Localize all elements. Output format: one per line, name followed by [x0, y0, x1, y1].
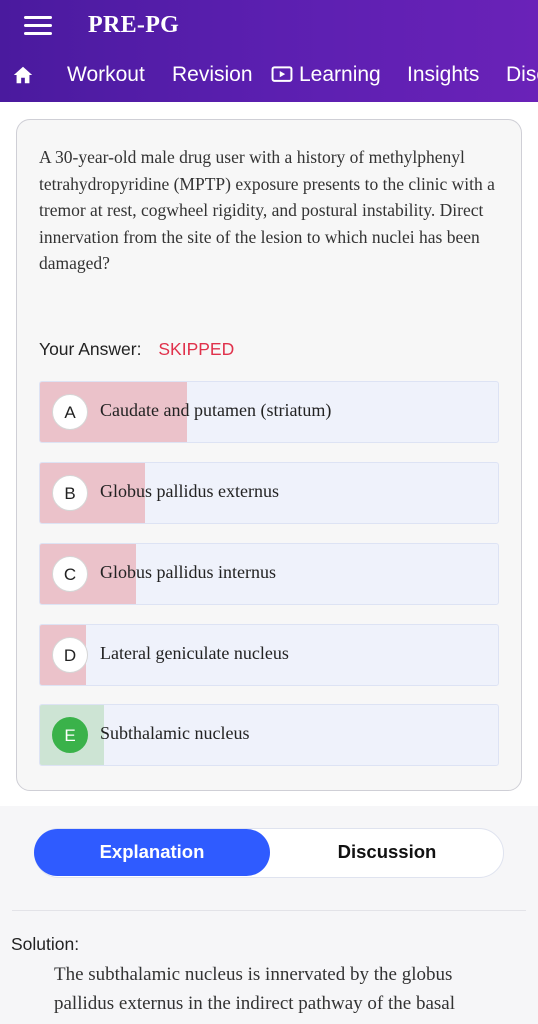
option-letter: B: [52, 475, 88, 511]
nav-item-learning[interactable]: Learning: [271, 62, 381, 88]
app-title: PRE-PG: [88, 12, 180, 38]
divider: [12, 910, 526, 911]
option-d[interactable]: D Lateral geniculate nucleus: [39, 624, 499, 686]
menu-icon[interactable]: [24, 16, 52, 38]
nav-item-revision[interactable]: Revision: [172, 62, 253, 88]
solution-text: The subthalamic nucleus is innervated by…: [54, 964, 455, 1014]
explanation-section: Explanation Discussion Solution: The sub…: [0, 806, 538, 1024]
nav-item-insights[interactable]: Insights: [407, 62, 479, 88]
option-letter: D: [52, 637, 88, 673]
nav-item-learning-label: Learning: [299, 63, 381, 86]
app-header: PRE-PG Workout Revision Learning Insight…: [0, 0, 538, 102]
option-text: Lateral geniculate nucleus: [100, 643, 289, 663]
option-e[interactable]: E Subthalamic nucleus: [39, 704, 499, 766]
question-text: A 30-year-old male drug user with a hist…: [39, 147, 495, 274]
option-c[interactable]: C Globus pallidus internus: [39, 543, 499, 605]
option-text: Globus pallidus externus: [100, 481, 279, 501]
option-a[interactable]: A Caudate and putamen (striatum): [39, 381, 499, 443]
your-answer-row: Your Answer: SKIPPED: [39, 339, 234, 360]
option-text: Caudate and putamen (striatum): [100, 400, 332, 420]
question-card: A 30-year-old male drug user with a hist…: [16, 119, 522, 791]
play-screen-icon: [271, 66, 293, 82]
tab-explanation[interactable]: Explanation: [34, 829, 270, 876]
explanation-tabs: Explanation Discussion: [34, 828, 504, 878]
option-text: Subthalamic nucleus: [100, 723, 250, 743]
option-b[interactable]: B Globus pallidus externus: [39, 462, 499, 524]
tab-discussion[interactable]: Discussion: [271, 829, 503, 876]
option-text: Globus pallidus internus: [100, 562, 276, 582]
nav-bar: Workout Revision Learning Insights Disc: [0, 56, 538, 96]
option-letter: E: [52, 717, 88, 753]
solution-label: Solution:: [11, 934, 80, 954]
option-letter: A: [52, 394, 88, 430]
your-answer-status: SKIPPED: [158, 339, 235, 359]
nav-item-workout[interactable]: Workout: [67, 62, 145, 88]
home-icon[interactable]: [12, 64, 34, 86]
option-letter: C: [52, 556, 88, 592]
your-answer-label: Your Answer:: [39, 339, 142, 359]
nav-item-discussion[interactable]: Disc: [506, 62, 538, 88]
